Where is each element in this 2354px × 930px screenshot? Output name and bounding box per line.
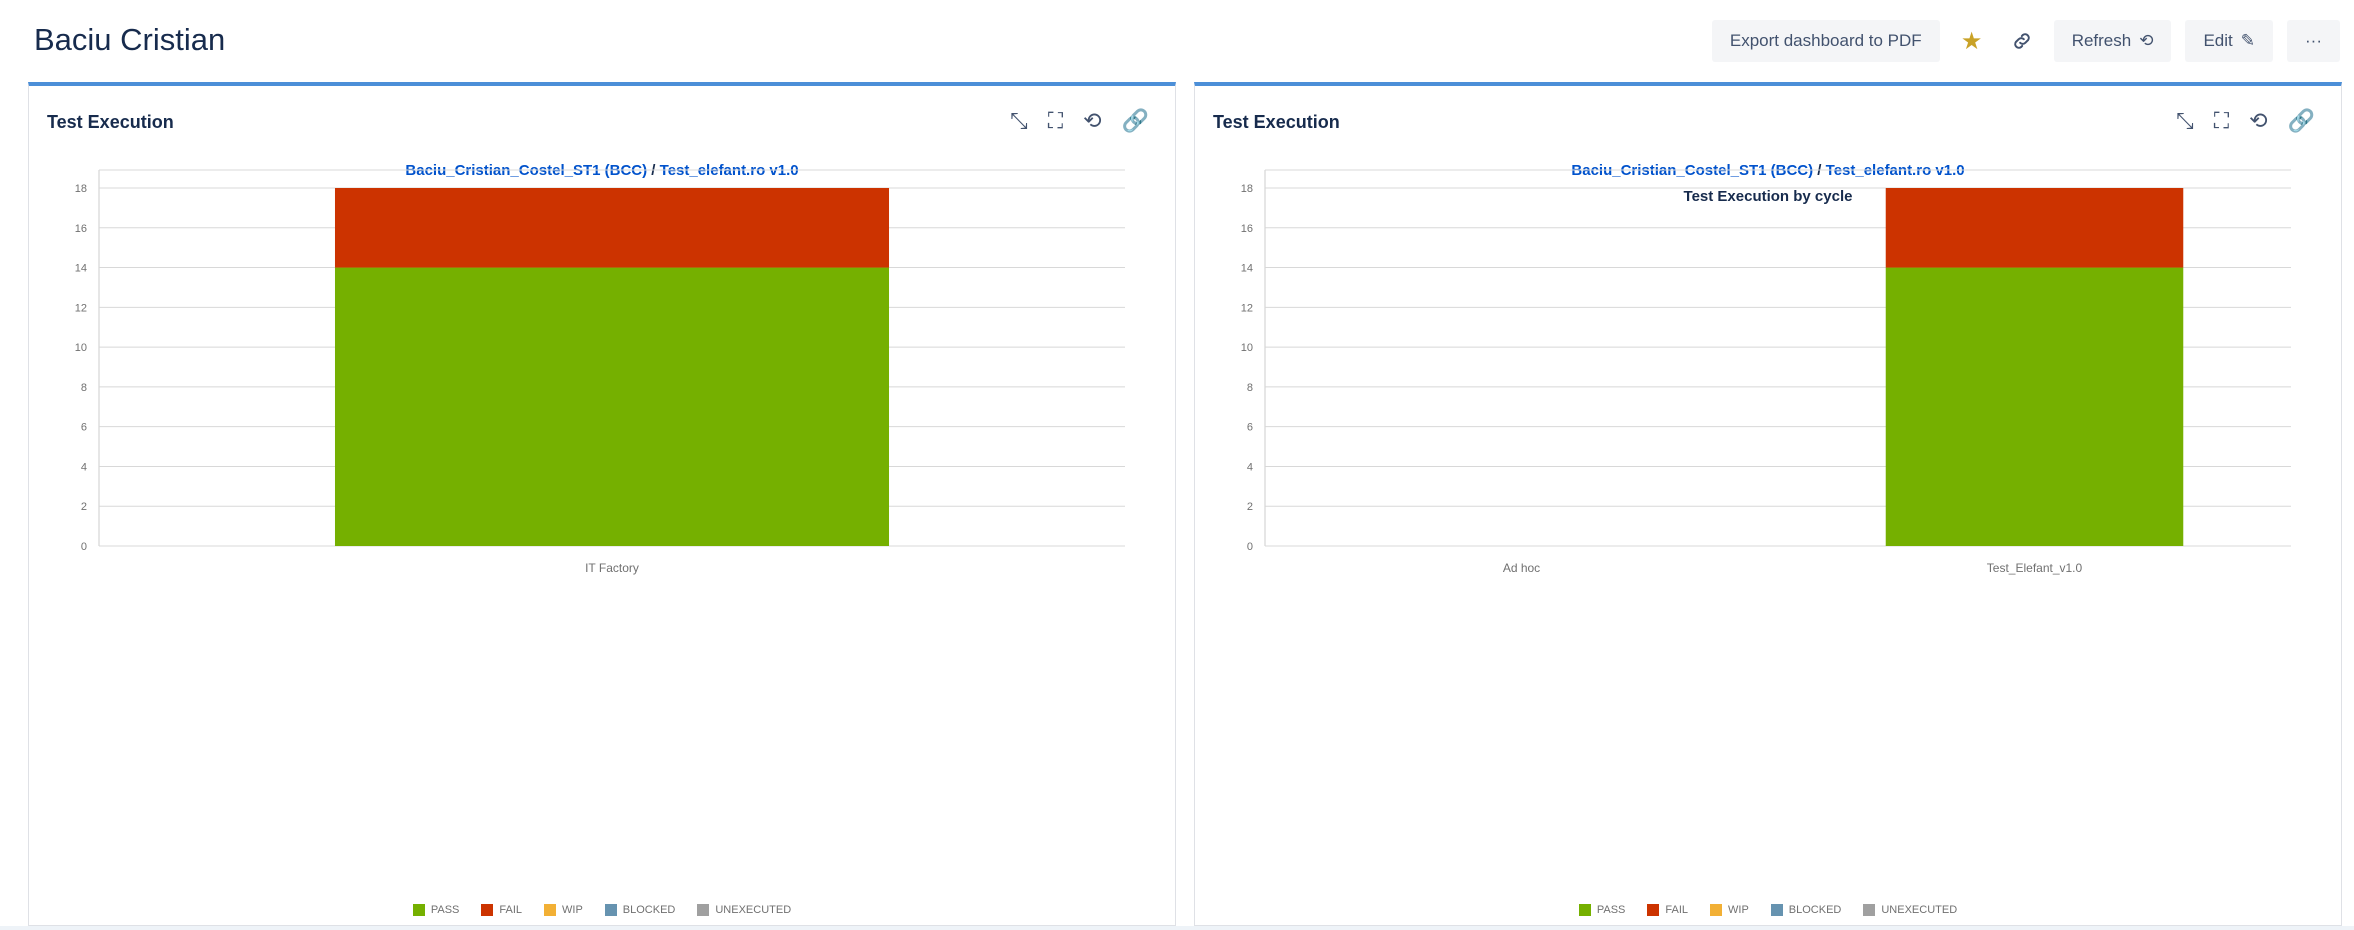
y-tick-label: 14 xyxy=(1241,263,1253,275)
legend-swatch xyxy=(481,904,494,916)
legend-swatch xyxy=(1863,904,1876,916)
y-tick-label: 10 xyxy=(75,342,87,354)
y-tick-label: 18 xyxy=(75,183,87,195)
export-pdf-label: Export dashboard to PDF xyxy=(1729,31,1922,50)
edit-label: Edit xyxy=(2203,31,2233,50)
y-tick-label: 18 xyxy=(1241,183,1253,195)
y-tick-label: 16 xyxy=(75,223,87,235)
legend-item[interactable]: WIP xyxy=(544,904,583,916)
legend-item[interactable]: FAIL xyxy=(481,904,522,916)
legend-label: FAIL xyxy=(499,904,522,916)
dashboard-page: Baciu Cristian Export dashboard to PDF ★… xyxy=(0,0,2354,926)
legend-swatch xyxy=(1647,904,1660,916)
x-tick-label: Ad hoc xyxy=(1503,561,1540,575)
legend-swatch xyxy=(544,904,556,916)
chart-legend: PASS FAIL WIP BLOCKED UNEXECUTED xyxy=(29,904,1175,916)
x-tick-label: Test_Elefant_v1.0 xyxy=(1987,561,2083,575)
legend-label: FAIL xyxy=(1665,904,1688,916)
legend-label: WIP xyxy=(562,904,583,916)
legend-swatch xyxy=(697,904,710,916)
y-tick-label: 14 xyxy=(75,263,87,275)
bar-segment-fail xyxy=(334,188,890,268)
y-tick-label: 6 xyxy=(81,422,87,434)
y-tick-label: 2 xyxy=(1247,501,1253,513)
y-tick-label: 6 xyxy=(1247,422,1253,434)
y-tick-label: 4 xyxy=(1247,461,1253,473)
y-tick-label: 16 xyxy=(1241,223,1253,235)
y-tick-label: 12 xyxy=(1241,302,1253,314)
pencil-icon: ✎ xyxy=(2240,31,2256,50)
y-tick-label: 8 xyxy=(1247,382,1253,394)
legend-item[interactable]: WIP xyxy=(1710,904,1749,916)
bar-segment-pass xyxy=(334,267,890,546)
edit-button[interactable]: Edit ✎ xyxy=(2185,20,2274,62)
legend-item[interactable]: BLOCKED xyxy=(604,904,676,916)
y-tick-label: 0 xyxy=(81,541,87,553)
legend-item[interactable]: BLOCKED xyxy=(1770,904,1842,916)
legend-label: UNEXECUTED xyxy=(1881,904,1958,916)
legend-swatch xyxy=(604,904,617,916)
legend-label: UNEXECUTED xyxy=(715,904,792,916)
y-tick-label: 8 xyxy=(81,382,87,394)
legend-label: PASS xyxy=(1596,904,1626,916)
gadget-test-execution-by-user: Test Execution ⤡ ⛶ ⟲ 🔗 Baciu_Cristian_Co… xyxy=(28,82,1176,926)
dashboard-toolbar: Export dashboard to PDF ★ Refresh ⟲ Edit… xyxy=(1711,20,2340,62)
gadget-test-execution-by-cycle: Test Execution ⤡ ⛶ ⟲ 🔗 Baciu_Cristian_Co… xyxy=(1194,82,2342,926)
legend-swatch xyxy=(1710,904,1722,916)
bar-chart: 0 2 4 6 8 10 12 14 16 18 IT Factory xyxy=(75,169,1125,575)
more-label: ··· xyxy=(2305,31,2322,50)
legend-item[interactable]: UNEXECUTED xyxy=(1863,904,1957,916)
legend-swatch xyxy=(1770,904,1783,916)
refresh-icon: ⟲ xyxy=(2139,31,2154,50)
legend-label: BLOCKED xyxy=(622,904,676,916)
export-pdf-button[interactable]: Export dashboard to PDF xyxy=(1711,20,1940,62)
y-tick-label: 10 xyxy=(1241,342,1253,354)
y-tick-label: 4 xyxy=(81,461,87,473)
legend-label: PASS xyxy=(430,904,460,916)
legend-label: BLOCKED xyxy=(1788,904,1842,916)
y-tick-label: 2 xyxy=(81,501,87,513)
chart-legend: PASS FAIL WIP BLOCKED UNEXECUTED xyxy=(1195,904,2341,916)
y-tick-label: 12 xyxy=(75,302,87,314)
legend-swatch xyxy=(1578,904,1591,916)
star-icon[interactable]: ★ xyxy=(1954,20,1990,62)
bar-segment-pass xyxy=(1885,267,2184,546)
legend-swatch xyxy=(412,904,425,916)
legend-item[interactable]: PASS xyxy=(1578,904,1626,916)
legend-item[interactable]: FAIL xyxy=(1647,904,1688,916)
x-tick-label: IT Factory xyxy=(585,561,639,575)
legend-label: WIP xyxy=(1728,904,1749,916)
legend-item[interactable]: UNEXECUTED xyxy=(697,904,791,916)
y-tick-label: 0 xyxy=(1247,541,1253,553)
more-button[interactable]: ··· xyxy=(2287,20,2340,62)
dashboard-header: Baciu Cristian Export dashboard to PDF ★… xyxy=(0,0,2354,80)
dashboard-title: Baciu Cristian xyxy=(34,22,226,57)
link-icon[interactable] xyxy=(2004,20,2040,62)
legend-item[interactable]: PASS xyxy=(412,904,460,916)
bar-segment-fail xyxy=(1885,188,2184,268)
refresh-label: Refresh xyxy=(2071,31,2132,50)
refresh-button[interactable]: Refresh ⟲ xyxy=(2053,20,2172,62)
bar-chart: 0 2 4 6 8 10 12 14 16 18 Ad hoc Test_Elefant_v1.0 xyxy=(1241,169,2291,575)
